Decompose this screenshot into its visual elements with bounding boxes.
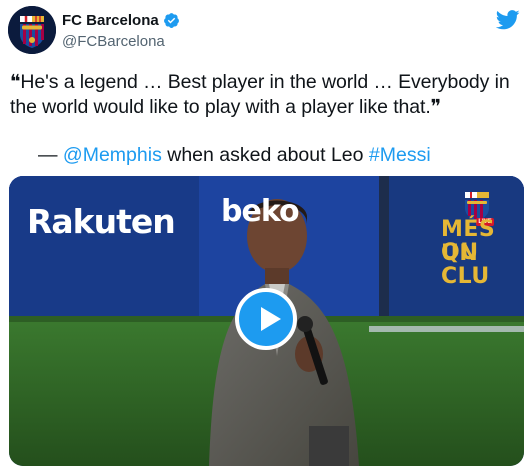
twitter-bird-icon[interactable] <box>496 10 520 30</box>
fcb-crest-icon <box>8 6 56 54</box>
hashtag-link[interactable]: #Messi <box>369 144 431 166</box>
tweet-text: ❝He's a legend … Best player in the worl… <box>10 70 520 120</box>
verified-badge-icon <box>163 13 179 28</box>
sponsor-rakuten-text: Rakuten <box>27 202 176 241</box>
play-icon <box>261 307 281 331</box>
author-avatar[interactable] <box>8 6 56 54</box>
author-display-name[interactable]: FC Barcelona <box>62 12 159 29</box>
tweet-card: FC Barcelona @FCBarcelona ❝He's a legend… <box>0 0 532 474</box>
play-button[interactable] <box>235 288 297 350</box>
tweet-attribution: — @Memphis when asked about Leo #Messi <box>38 143 431 168</box>
mention-link[interactable]: @Memphis <box>63 144 162 166</box>
quote-close-mark: ❞ <box>430 96 442 118</box>
attribution-dash: — <box>38 144 63 166</box>
quote-open-mark: ❝ <box>10 71 21 93</box>
attribution-text: when asked about Leo <box>161 144 369 166</box>
sponsor-beko-text: beko <box>221 194 300 229</box>
banner-text-line-2: UN CLU <box>441 241 490 289</box>
video-player[interactable]: Rakuten beko LIVE MÉS QU UN CLU <box>9 176 524 466</box>
author-handle[interactable]: @FCBarcelona <box>62 33 165 50</box>
